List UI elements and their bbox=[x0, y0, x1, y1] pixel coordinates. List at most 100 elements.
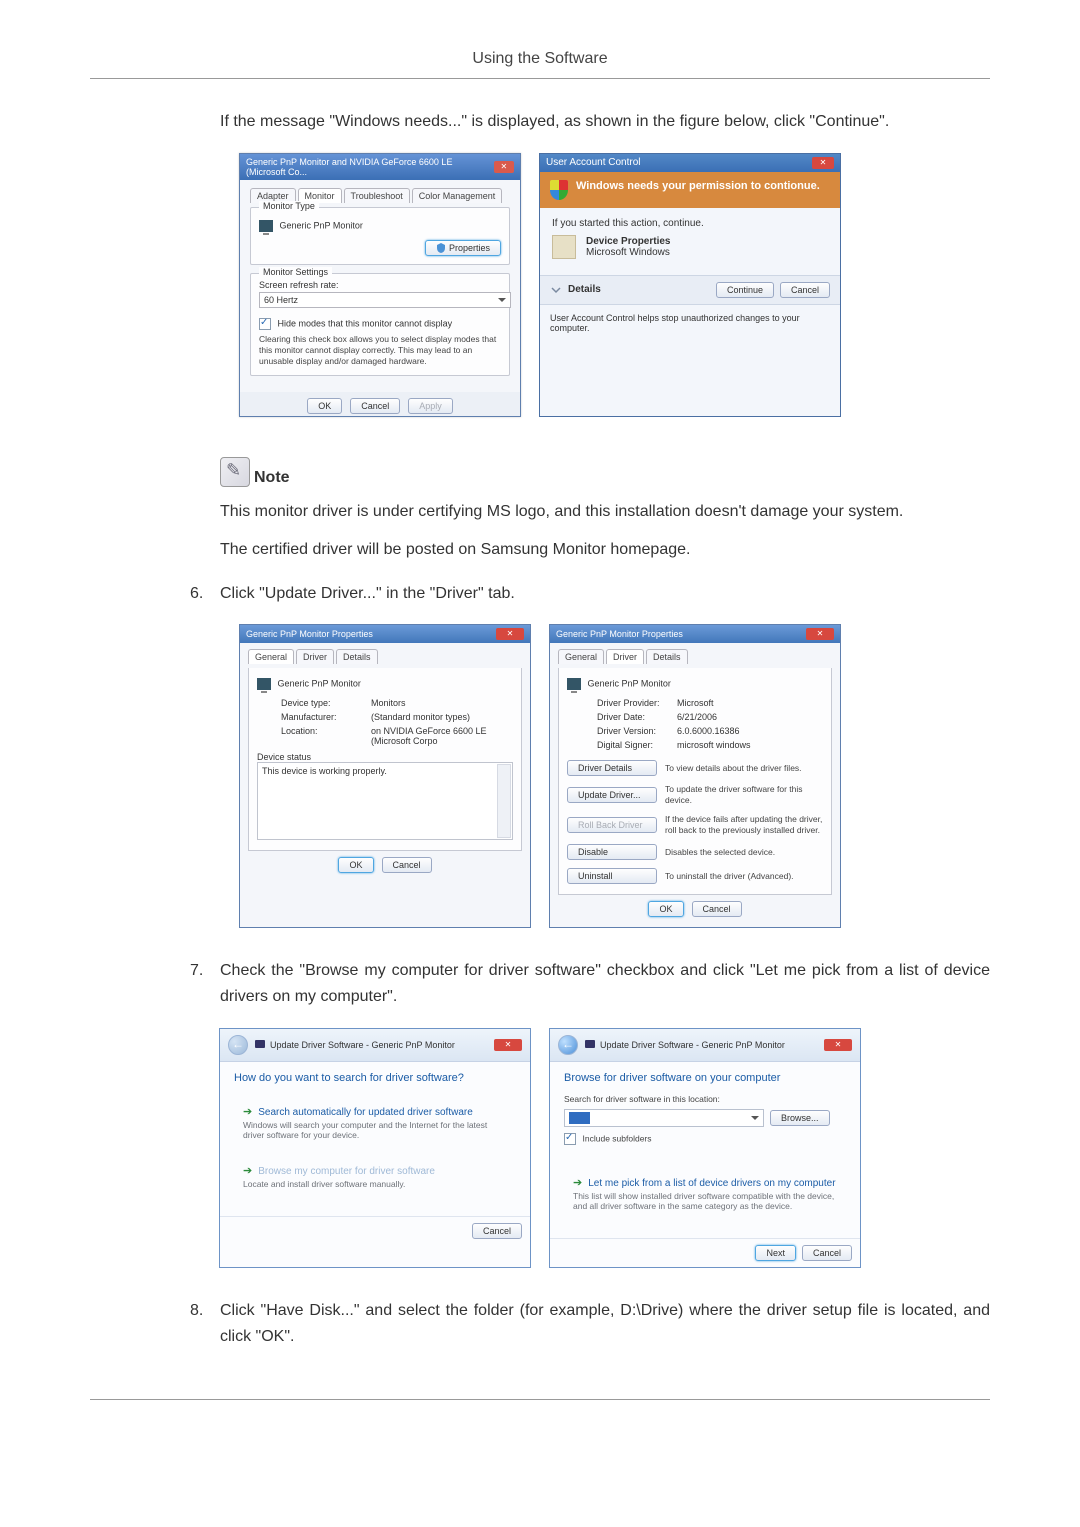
back-icon[interactable]: ← bbox=[558, 1035, 578, 1055]
wizard-search-window: ← Update Driver Software - Generic PnP M… bbox=[219, 1028, 531, 1268]
program-icon bbox=[552, 235, 576, 259]
screenshot-row-3: ← Update Driver Software - Generic PnP M… bbox=[90, 1028, 990, 1268]
group-monitor-settings: Monitor Settings Screen refresh rate: 60… bbox=[250, 273, 510, 376]
cancel-button[interactable]: Cancel bbox=[780, 282, 830, 298]
value-driver-date: 6/21/2006 bbox=[677, 712, 823, 722]
update-driver-button[interactable]: Update Driver... bbox=[567, 787, 657, 803]
path-combobox[interactable] bbox=[564, 1109, 764, 1127]
cancel-button[interactable]: Cancel bbox=[692, 901, 742, 917]
window-title-bar: Generic PnP Monitor and NVIDIA GeForce 6… bbox=[240, 154, 520, 180]
page-title: Using the Software bbox=[90, 50, 990, 68]
option-heading: Search automatically for updated driver … bbox=[258, 1107, 473, 1118]
tab-troubleshoot[interactable]: Troubleshoot bbox=[344, 188, 410, 203]
include-subfolders-checkbox[interactable] bbox=[564, 1133, 576, 1145]
cancel-button[interactable]: Cancel bbox=[802, 1245, 852, 1261]
option-sub: This list will show installed driver sof… bbox=[573, 1191, 837, 1211]
properties-button-label: Properties bbox=[449, 243, 490, 253]
details-link[interactable]: Details bbox=[568, 284, 601, 295]
wizard-option-auto[interactable]: ➔Search automatically for updated driver… bbox=[234, 1098, 516, 1147]
group-title: Monitor Settings bbox=[259, 267, 332, 277]
wizard-breadcrumb: Update Driver Software - Generic PnP Mon… bbox=[270, 1040, 455, 1050]
tab-driver[interactable]: Driver bbox=[606, 649, 644, 664]
tab-details[interactable]: Details bbox=[646, 649, 688, 664]
pencil-icon bbox=[220, 457, 250, 487]
value-manufacturer: (Standard monitor types) bbox=[371, 712, 513, 722]
option-sub: Locate and install driver software manua… bbox=[243, 1179, 507, 1189]
close-icon[interactable]: ✕ bbox=[494, 1039, 522, 1051]
monitor-icon bbox=[584, 1039, 596, 1051]
refresh-rate-dropdown[interactable]: 60 Hertz bbox=[259, 292, 511, 308]
note-label: Note bbox=[254, 469, 290, 487]
close-icon[interactable]: ✕ bbox=[812, 157, 834, 169]
step-number: 8. bbox=[190, 1298, 220, 1349]
window-title-bar: Generic PnP Monitor Properties ✕ bbox=[240, 625, 530, 643]
tab-general[interactable]: General bbox=[248, 649, 294, 664]
window-title: User Account Control bbox=[546, 157, 641, 168]
footer-divider bbox=[90, 1399, 990, 1400]
tab-general[interactable]: General bbox=[558, 649, 604, 664]
wizard-option-pick[interactable]: ➔Let me pick from a list of device drive… bbox=[564, 1169, 846, 1218]
refresh-rate-value: 60 Hertz bbox=[264, 295, 298, 305]
step-text: Click "Update Driver..." in the "Driver"… bbox=[220, 581, 990, 607]
tab-details[interactable]: Details bbox=[336, 649, 378, 664]
uac-dialog: User Account Control ✕ Windows needs you… bbox=[539, 153, 841, 418]
dialog-footer: OK Cancel Apply bbox=[240, 392, 520, 416]
label-device-status: Device status bbox=[257, 752, 513, 762]
chevron-down-icon[interactable] bbox=[550, 284, 562, 296]
device-status-text: This device is working properly. bbox=[262, 766, 387, 776]
next-button[interactable]: Next bbox=[755, 1245, 796, 1261]
close-icon[interactable]: ✕ bbox=[496, 628, 524, 640]
include-subfolders-label: Include subfolders bbox=[583, 1133, 652, 1143]
value-driver-provider: Microsoft bbox=[677, 698, 823, 708]
monitor-icon bbox=[254, 1039, 266, 1051]
step-6: 6. Click "Update Driver..." in the "Driv… bbox=[190, 581, 990, 607]
value-location: on NVIDIA GeForce 6600 LE (Microsoft Cor… bbox=[371, 726, 513, 746]
cancel-button[interactable]: Cancel bbox=[472, 1223, 522, 1239]
cancel-button[interactable]: Cancel bbox=[350, 398, 400, 414]
wizard-option-browse[interactable]: ➔Browse my computer for driver software … bbox=[234, 1157, 516, 1196]
ok-button[interactable]: OK bbox=[338, 857, 373, 873]
device-name: Generic PnP Monitor bbox=[588, 679, 671, 689]
shield-icon bbox=[436, 243, 446, 253]
screenshot-row-2: Generic PnP Monitor Properties ✕ General… bbox=[90, 624, 990, 928]
continue-button[interactable]: Continue bbox=[716, 282, 774, 298]
ok-button[interactable]: OK bbox=[307, 398, 342, 414]
scrollbar[interactable] bbox=[497, 764, 511, 838]
properties-driver-window: Generic PnP Monitor Properties ✕ General… bbox=[549, 624, 841, 928]
label-driver-date: Driver Date: bbox=[597, 712, 677, 722]
wizard-header: ← Update Driver Software - Generic PnP M… bbox=[550, 1029, 860, 1062]
hide-modes-checkbox[interactable] bbox=[259, 318, 271, 330]
device-status-box: This device is working properly. bbox=[257, 762, 513, 840]
update-driver-desc: To update the driver software for this d… bbox=[665, 784, 823, 806]
arrow-icon: ➔ bbox=[243, 1165, 252, 1177]
driver-details-button[interactable]: Driver Details bbox=[567, 760, 657, 776]
paragraph-intro: If the message "Windows needs..." is dis… bbox=[220, 109, 990, 135]
uac-started-text: If you started this action, continue. bbox=[552, 218, 828, 229]
cancel-button[interactable]: Cancel bbox=[382, 857, 432, 873]
monitor-icon bbox=[259, 220, 273, 232]
step-number: 6. bbox=[190, 581, 220, 607]
value-digital-signer: microsoft windows bbox=[677, 740, 823, 750]
tab-color-management[interactable]: Color Management bbox=[412, 188, 503, 203]
close-icon[interactable]: ✕ bbox=[806, 628, 834, 640]
wizard-header: ← Update Driver Software - Generic PnP M… bbox=[220, 1029, 530, 1062]
ok-button[interactable]: OK bbox=[648, 901, 683, 917]
label-manufacturer: Manufacturer: bbox=[281, 712, 371, 722]
back-icon[interactable]: ← bbox=[228, 1035, 248, 1055]
disable-button[interactable]: Disable bbox=[567, 844, 657, 860]
tab-driver[interactable]: Driver bbox=[296, 649, 334, 664]
note-paragraph-2: The certified driver will be posted on S… bbox=[220, 537, 990, 563]
properties-button[interactable]: Properties bbox=[425, 240, 501, 257]
search-location-label: Search for driver software in this locat… bbox=[564, 1094, 846, 1105]
uac-banner-text: Windows needs your permission to contion… bbox=[576, 180, 820, 200]
step-7: 7. Check the "Browse my computer for dri… bbox=[190, 958, 990, 1009]
uninstall-desc: To uninstall the driver (Advanced). bbox=[665, 871, 823, 882]
window-title-bar: Generic PnP Monitor Properties ✕ bbox=[550, 625, 840, 643]
uninstall-button[interactable]: Uninstall bbox=[567, 868, 657, 884]
browse-button[interactable]: Browse... bbox=[770, 1110, 830, 1126]
close-icon[interactable]: ✕ bbox=[494, 161, 514, 173]
close-icon[interactable]: ✕ bbox=[824, 1039, 852, 1051]
window-title-bar: User Account Control ✕ bbox=[540, 154, 840, 172]
path-selection bbox=[569, 1112, 590, 1124]
option-heading: Browse my computer for driver software bbox=[258, 1166, 435, 1177]
